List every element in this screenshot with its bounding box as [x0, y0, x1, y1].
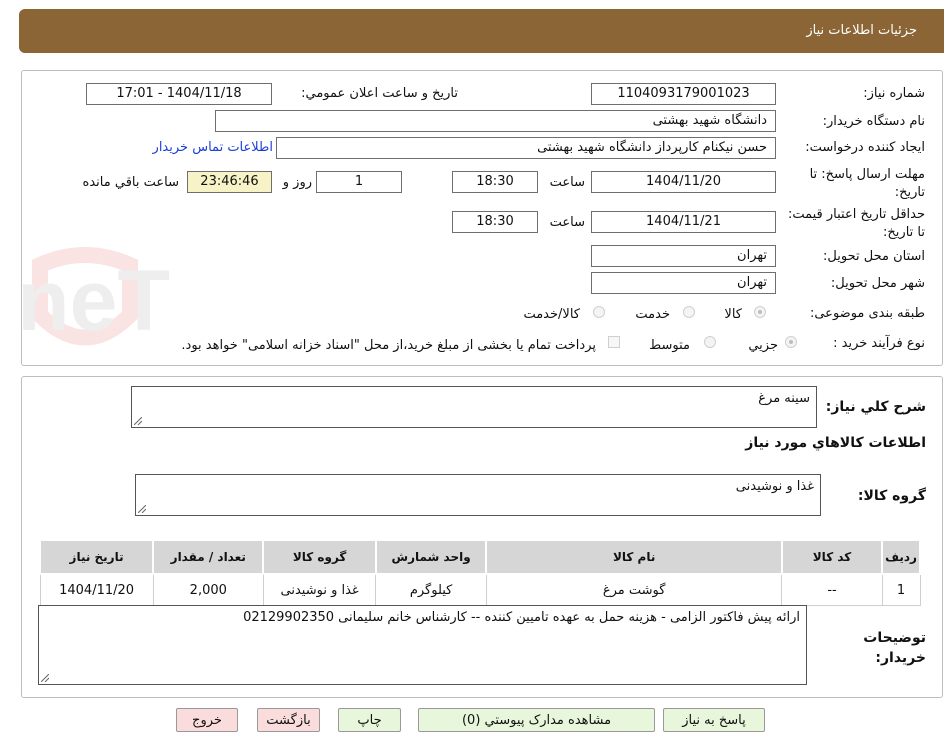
summary-textarea[interactable]: سینه مرغ	[131, 386, 817, 428]
category-option-service: خدمت	[635, 307, 670, 322]
buyer-notes-value: ارائه پیش فاکتور الزامی - هزینه حمل به ع…	[243, 610, 800, 625]
cell-need-date: 1404/11/20	[39, 573, 154, 606]
need-number-label: شماره نیاز:	[863, 86, 925, 101]
resize-grip-icon	[138, 505, 146, 513]
requester-label: ايجاد کننده درخواست:	[805, 140, 925, 155]
remaining-time-field: 23:46:46	[187, 171, 272, 193]
goods-table-header: رديف کد کالا نام کالا واحد شمارش گروه کا…	[38, 539, 921, 575]
deadline-time-field: 18:30	[452, 171, 538, 193]
deadline-date-field: 1404/11/20	[591, 171, 776, 193]
days-label: روز و	[282, 175, 312, 190]
announce-label: تاریخ و ساعت اعلان عمومي:	[301, 86, 458, 101]
category-radio-goods[interactable]	[754, 306, 766, 318]
buyer-org-field: دانشگاه شهید بهشتی	[215, 110, 776, 132]
col-goods-name: نام کالا	[485, 539, 783, 575]
goods-group-value: غذا و نوشیدنی	[735, 479, 814, 494]
exit-button[interactable]: خروج	[176, 708, 238, 732]
cell-goods-code: --	[781, 573, 883, 606]
need-number-field: 1104093179001023	[591, 83, 776, 105]
remaining-label: ساعت باقي مانده	[82, 175, 179, 190]
process-option-medium: متوسط	[649, 338, 690, 353]
col-row-number: رديف	[881, 539, 921, 575]
province-label: استان محل تحویل:	[823, 249, 925, 264]
treasury-note: پرداخت تمام یا بخشی از مبلغ خرید،از محل …	[181, 338, 596, 353]
buyer-notes-textarea[interactable]: ارائه پیش فاکتور الزامی - هزینه حمل به ع…	[38, 605, 807, 685]
validity-date-field: 1404/11/21	[591, 211, 776, 233]
back-button[interactable]: بازگشت	[257, 708, 320, 732]
col-unit: واحد شمارش	[374, 539, 488, 575]
city-field: تهران	[591, 272, 776, 294]
print-button[interactable]: چاپ	[338, 708, 401, 732]
buyer-org-label: نام دستگاه خريدار:	[822, 114, 925, 129]
category-option-goods: کالا	[724, 307, 742, 322]
summary-label: شرح کلي نياز:	[825, 399, 926, 415]
validity-time-field: 18:30	[452, 211, 538, 233]
validity-label: حداقل تاریخ اعتبار قیمت: تا تاریخ:	[787, 207, 925, 240]
category-radio-goods-service[interactable]	[593, 306, 605, 318]
summary-value: سینه مرغ	[758, 391, 810, 406]
announce-field: 1404/11/18 - 17:01	[86, 83, 272, 105]
deadline-label: مهلت ارسال پاسخ: تا تاریخ:	[809, 167, 925, 200]
city-label: شهر محل تحویل:	[830, 276, 925, 291]
table-row: 1 -- گوشت مرغ کیلوگرم غذا و نوشیدنی 2,00…	[39, 573, 921, 606]
process-option-minor: جزیي	[748, 338, 778, 353]
cell-unit: کیلوگرم	[375, 573, 487, 606]
col-goods-code: کد کالا	[780, 539, 884, 575]
col-quantity: تعداد / مقدار	[152, 539, 265, 575]
cell-quantity: 2,000	[152, 573, 264, 606]
page-title: جزئیات اطلاعات نیاز	[806, 23, 917, 38]
goods-group-textarea[interactable]: غذا و نوشیدنی	[135, 474, 821, 516]
buyer-contact-link[interactable]: اطلاعات تماس خريدار	[153, 140, 273, 155]
cell-goods-name: گوشت مرغ	[485, 573, 783, 606]
reply-button[interactable]: پاسخ به نياز	[663, 708, 765, 732]
process-radio-medium[interactable]	[704, 336, 716, 348]
requester-field: حسن نیکنام کارپرداز دانشگاه شهید بهشتی	[276, 137, 776, 159]
goods-table: رديف کد کالا نام کالا واحد شمارش گروه کا…	[38, 539, 921, 606]
col-goods-group: گروه کالا	[262, 539, 377, 575]
cell-goods-group: غذا و نوشیدنی	[262, 573, 377, 606]
process-radio-minor[interactable]	[785, 336, 797, 348]
category-radio-service[interactable]	[683, 306, 695, 318]
category-label: طبقه بندی موضوعی:	[809, 306, 925, 321]
buyer-notes-label: توضيحات خريدار:	[863, 630, 926, 666]
attachments-button[interactable]: مشاهده مدارک پيوستي (0)	[418, 708, 655, 732]
col-need-date: تاریخ نیاز	[38, 539, 155, 575]
cell-row-number: 1	[881, 573, 921, 606]
validity-time-label: ساعت	[549, 215, 585, 230]
category-option-goods-service: کالا/خدمت	[523, 307, 580, 322]
resize-grip-icon	[134, 417, 142, 425]
goods-group-label: گروه کالا:	[857, 488, 926, 504]
resize-grip-icon	[41, 674, 49, 682]
days-field: 1	[316, 171, 402, 193]
page-header: جزئیات اطلاعات نیاز	[19, 9, 944, 53]
treasury-checkbox[interactable]	[608, 336, 620, 348]
goods-info-title: اطلاعات کالاهاي مورد نياز	[745, 435, 926, 451]
deadline-time-label: ساعت	[549, 175, 585, 190]
province-field: تهران	[591, 245, 776, 267]
process-label: نوع فرآیند خرید :	[833, 336, 925, 351]
